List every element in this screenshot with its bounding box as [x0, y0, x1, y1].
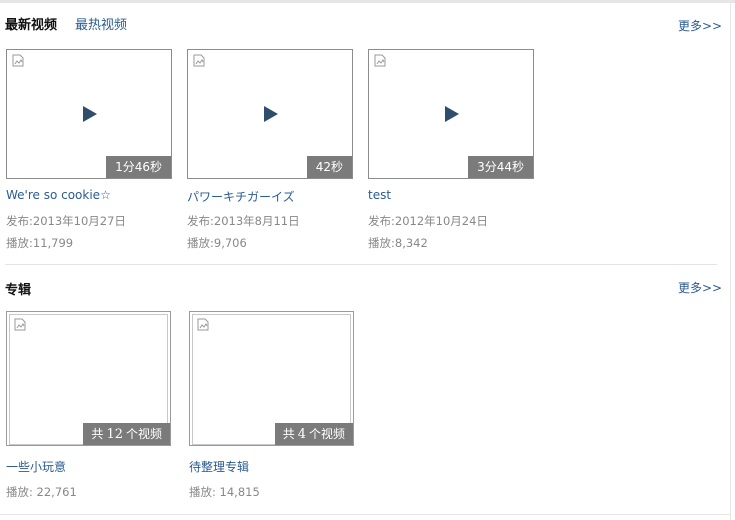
video-thumbnail[interactable]: 3分44秒 — [368, 49, 534, 179]
video-play-count: 播放:11,799 — [6, 236, 74, 250]
album-count-suffix: 个视频 — [308, 427, 345, 441]
top-border — [0, 0, 735, 3]
video-title-link[interactable]: test — [368, 188, 391, 202]
video-play-count: 播放:9,706 — [187, 236, 247, 250]
albums-heading: 专辑 — [5, 283, 32, 298]
more-videos-link[interactable]: 更多>> — [678, 17, 722, 34]
album-play-count: 播放: 22,761 — [6, 485, 77, 499]
video-card: 42秒 パワーキチガーイズ 发布:2013年8月11日 播放:9,706 — [187, 49, 355, 250]
album-count-prefix: 共 — [282, 427, 295, 441]
play-icon — [264, 106, 278, 122]
album-video-count: 共 12 个视频 — [83, 423, 170, 445]
video-title-link[interactable]: パワーキチガーイズ — [187, 188, 295, 205]
more-albums-link[interactable]: 更多>> — [678, 279, 722, 296]
play-icon — [83, 106, 97, 122]
video-card: 3分44秒 test 发布:2012年10月24日 播放:8,342 — [368, 49, 536, 250]
album-video-count: 共 4 个视频 — [274, 423, 353, 445]
play-icon — [445, 106, 459, 122]
video-card: 1分46秒 We're so cookie☆ 发布:2013年10月27日 播放… — [6, 49, 174, 250]
video-duration: 3分44秒 — [468, 156, 533, 178]
album-count-number: 12 — [106, 427, 123, 442]
video-duration: 1分46秒 — [106, 156, 171, 178]
video-play-count: 播放:8,342 — [368, 236, 428, 250]
broken-image-icon — [374, 54, 386, 67]
bottom-border — [0, 514, 731, 515]
video-publish-date: 发布:2013年8月11日 — [187, 214, 300, 228]
section-divider — [5, 264, 717, 265]
broken-image-icon — [14, 318, 26, 331]
album-count-suffix: 个视频 — [125, 427, 162, 441]
broken-image-icon — [197, 318, 209, 331]
album-count-prefix: 共 — [91, 427, 104, 441]
video-title-link[interactable]: We're so cookie☆ — [6, 188, 111, 202]
album-play-count: 播放: 14,815 — [189, 485, 260, 499]
video-thumbnail[interactable]: 42秒 — [187, 49, 353, 179]
album-title-link[interactable]: 待整理专辑 — [189, 458, 249, 475]
album-thumbnail[interactable]: 共 12 个视频 — [6, 311, 171, 446]
video-thumbnail[interactable]: 1分46秒 — [6, 49, 172, 179]
album-title-link[interactable]: 一些小玩意 — [6, 458, 66, 475]
video-duration: 42秒 — [306, 156, 352, 178]
video-publish-date: 发布:2013年10月27日 — [6, 214, 126, 228]
album-card: 共 4 个视频 待整理专辑 播放: 14,815 — [189, 311, 359, 499]
tab-latest-videos[interactable]: 最新视频 — [5, 17, 57, 35]
right-border — [730, 0, 731, 520]
album-thumbnail[interactable]: 共 4 个视频 — [189, 311, 354, 446]
broken-image-icon — [193, 54, 205, 67]
tab-hottest-videos[interactable]: 最热视频 — [75, 17, 127, 35]
album-card: 共 12 个视频 一些小玩意 播放: 22,761 — [6, 311, 176, 499]
video-publish-date: 发布:2012年10月24日 — [368, 214, 488, 228]
broken-image-icon — [12, 54, 24, 67]
album-count-number: 4 — [297, 427, 306, 442]
